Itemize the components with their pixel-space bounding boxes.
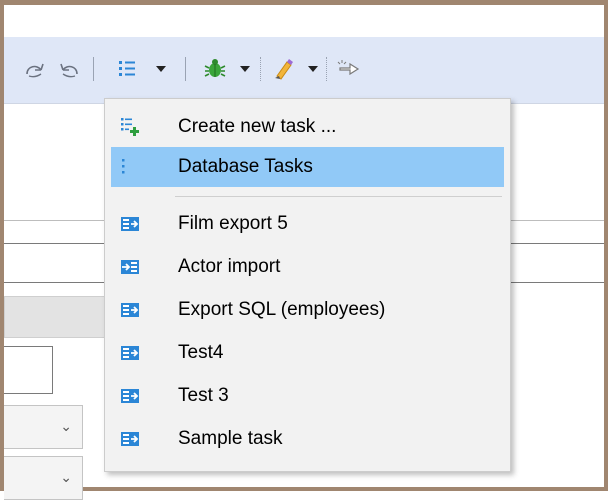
tasks-dropdown-menu: Create new task ... Database Tasks Film …	[104, 98, 511, 472]
toolbar-separator	[93, 57, 94, 81]
window-frame-right	[604, 0, 608, 491]
menu-item-label: Sample task	[178, 428, 283, 449]
export-task-icon	[120, 386, 140, 406]
chevron-down-icon[interactable]	[236, 51, 254, 87]
menu-item-label: Film export 5	[178, 213, 288, 234]
menu-item-label: Export SQL (employees)	[178, 299, 386, 320]
pointer-hand-icon[interactable]	[334, 51, 364, 87]
debug-bug-icon[interactable]	[200, 51, 230, 87]
menu-item-label: Test 3	[178, 385, 229, 406]
small-input[interactable]	[4, 346, 53, 394]
export-task-icon	[120, 300, 140, 320]
menu-item-test4[interactable]: Test4	[111, 333, 504, 373]
chevron-down-icon: ⌄	[60, 470, 72, 486]
menu-item-label: Create new task ...	[178, 116, 337, 137]
menu-separator	[175, 196, 502, 197]
task-list-icon[interactable]	[112, 51, 142, 87]
chevron-down-icon: ⌄	[60, 419, 72, 435]
task-list-icon	[120, 157, 140, 177]
menu-item-export-sql-employees[interactable]: Export SQL (employees)	[111, 290, 504, 330]
toolbar-separator	[326, 57, 327, 81]
menu-item-label: Database Tasks	[178, 156, 313, 177]
tab-strip[interactable]	[4, 296, 110, 338]
export-task-icon	[120, 429, 140, 449]
redo-icon[interactable]	[22, 51, 50, 87]
menu-item-create-new-task[interactable]: Create new task ...	[111, 107, 504, 147]
toolbar-separator	[185, 57, 186, 81]
toolbar-separator	[260, 57, 261, 81]
undo-icon[interactable]	[54, 51, 82, 87]
menu-item-database-tasks[interactable]: Database Tasks	[111, 147, 504, 187]
export-task-icon	[120, 214, 140, 234]
new-task-icon	[120, 117, 140, 137]
menu-item-film-export-5[interactable]: Film export 5	[111, 204, 504, 244]
export-task-icon	[120, 343, 140, 363]
title-bar	[4, 5, 604, 37]
menu-item-test-3[interactable]: Test 3	[111, 376, 504, 416]
menu-item-sample-task[interactable]: Sample task	[111, 419, 504, 459]
combo-box[interactable]: ⌄	[4, 456, 83, 500]
window-frame-bottom	[0, 487, 608, 491]
menu-item-label: Actor import	[178, 256, 281, 277]
menu-item-label: Test4	[178, 342, 224, 363]
import-task-icon	[120, 257, 140, 277]
toolbar	[4, 37, 604, 104]
chevron-down-icon[interactable]	[152, 51, 170, 87]
menu-item-actor-import[interactable]: Actor import	[111, 247, 504, 287]
combo-box[interactable]: ⌄	[4, 405, 83, 449]
brush-icon[interactable]	[269, 51, 299, 87]
chevron-down-icon[interactable]	[304, 51, 322, 87]
